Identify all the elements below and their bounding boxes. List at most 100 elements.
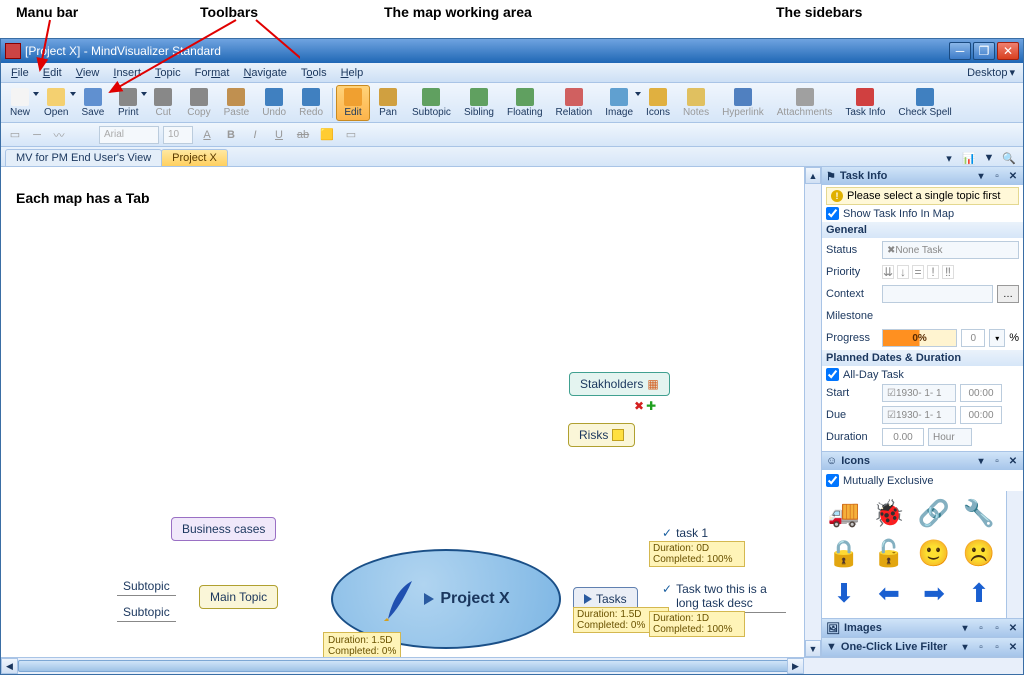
- titlebar[interactable]: [Project X] - MindVisualizer Standard ─ …: [1, 39, 1023, 63]
- tb-cut[interactable]: Cut: [146, 86, 180, 120]
- panel-close-button[interactable]: ✕: [1007, 455, 1019, 467]
- progress-dd[interactable]: ▾: [989, 329, 1005, 347]
- scroll-right-button[interactable]: ▶: [787, 658, 804, 674]
- icon-arrow-up[interactable]: ⬆: [961, 575, 997, 611]
- scroll-down-button[interactable]: ▼: [805, 640, 821, 657]
- fontsize-combo[interactable]: 10: [163, 126, 193, 144]
- bordercolor-button[interactable]: ▭: [341, 126, 361, 144]
- show-in-map-checkbox[interactable]: Show Task Info In Map: [826, 207, 1019, 220]
- curve-tool[interactable]: 〰: [49, 126, 69, 144]
- scroll-up-button[interactable]: ▲: [805, 167, 821, 184]
- menu-insert[interactable]: Insert: [107, 65, 147, 81]
- menu-format[interactable]: Format: [189, 65, 236, 81]
- due-time[interactable]: 00:00: [960, 406, 1002, 424]
- tab-filter-icon[interactable]: 📊: [959, 150, 979, 166]
- context-browse-button[interactable]: …: [997, 285, 1019, 303]
- tb-copy[interactable]: Copy: [181, 86, 216, 120]
- menu-tools[interactable]: Tools: [295, 65, 333, 81]
- tb-icons[interactable]: Icons: [640, 86, 676, 120]
- tb-notes[interactable]: Notes: [677, 86, 715, 120]
- icon-arrow-left[interactable]: ⬅: [871, 575, 907, 611]
- tab-projectx[interactable]: Project X: [161, 149, 228, 166]
- panel-min-button[interactable]: ▫: [991, 170, 1003, 182]
- menu-edit[interactable]: Edit: [37, 65, 68, 81]
- node-main-topic-1[interactable]: Main Topic: [199, 585, 278, 609]
- tb-relation[interactable]: Relation: [550, 86, 599, 120]
- fontcolor-button[interactable]: A: [197, 126, 217, 144]
- panel-menu-button[interactable]: ▾: [975, 455, 987, 467]
- tb-sibling[interactable]: Sibling: [458, 86, 500, 120]
- tb-open[interactable]: Open: [38, 86, 74, 120]
- node-subtopic-1a[interactable]: Subtopic: [117, 577, 176, 596]
- map-canvas[interactable]: Project X Duration: 1.5D Completed: 0% B…: [1, 167, 804, 657]
- node-stakeholders[interactable]: Stakholders▦: [569, 372, 670, 396]
- panel-min-button[interactable]: ▫: [991, 455, 1003, 467]
- bold-button[interactable]: B: [221, 126, 241, 144]
- icon-lock[interactable]: 🔒: [826, 535, 862, 571]
- delete-icon[interactable]: ✖: [634, 399, 644, 413]
- allday-checkbox[interactable]: All-Day Task: [826, 368, 1019, 381]
- line-tool[interactable]: ─: [27, 126, 47, 144]
- menu-file[interactable]: File: [5, 65, 35, 81]
- progress-bar[interactable]: 0%: [882, 329, 957, 347]
- font-combo[interactable]: Arial: [99, 126, 159, 144]
- due-date[interactable]: ☑ 1930- 1- 1: [882, 406, 956, 424]
- fillcolor-button[interactable]: 🟨: [317, 126, 337, 144]
- expand-icon[interactable]: [424, 593, 434, 605]
- icon-cancel[interactable]: ⛔: [871, 615, 907, 618]
- expand-icon[interactable]: [584, 594, 592, 604]
- tb-taskinfo[interactable]: Task Info: [839, 86, 891, 120]
- node-risks[interactable]: Risks: [568, 423, 635, 447]
- mutual-checkbox[interactable]: Mutually Exclusive: [822, 472, 1023, 489]
- icon-checkmark[interactable]: ✔: [826, 615, 862, 618]
- tb-image[interactable]: Image: [599, 86, 639, 120]
- icon-arrow-down[interactable]: ⬇: [826, 575, 862, 611]
- italic-button[interactable]: I: [245, 126, 265, 144]
- tb-undo[interactable]: Undo: [256, 86, 292, 120]
- progress-spin[interactable]: 0: [961, 329, 985, 347]
- tb-print[interactable]: Print: [111, 86, 145, 120]
- tb-hyperlink[interactable]: Hyperlink: [716, 86, 770, 120]
- icon-sad[interactable]: ☹️: [961, 535, 997, 571]
- canvas-hscroll[interactable]: ◀ ▶: [1, 657, 804, 674]
- tb-redo[interactable]: Redo: [293, 86, 329, 120]
- menu-topic[interactable]: Topic: [149, 65, 187, 81]
- icon-happy[interactable]: 🙂: [916, 535, 952, 571]
- tb-attachments[interactable]: Attachments: [771, 86, 839, 120]
- underline-button[interactable]: U: [269, 126, 289, 144]
- add-icon[interactable]: ✚: [646, 399, 656, 413]
- context-combo[interactable]: [882, 285, 993, 303]
- tab-funnel-icon[interactable]: ▼: [979, 150, 999, 166]
- canvas-vscroll[interactable]: ▲ ▼: [804, 167, 821, 657]
- icons-scroll[interactable]: [1006, 491, 1023, 618]
- icon-unlock[interactable]: 🔓: [871, 535, 907, 571]
- panel-close-button[interactable]: ✕: [1007, 170, 1019, 182]
- tab-zoom-icon[interactable]: 🔍: [999, 150, 1019, 166]
- tb-paste[interactable]: Paste: [218, 86, 256, 120]
- icon-link[interactable]: 🔗: [916, 495, 952, 531]
- scroll-left-button[interactable]: ◀: [1, 658, 18, 674]
- tab-prev[interactable]: ▾: [939, 150, 959, 166]
- node-task2[interactable]: ✓Task two this is a long task desc: [656, 580, 786, 613]
- status-combo[interactable]: ✖ None Task: [882, 241, 1019, 259]
- taskinfo-header[interactable]: ⚑Task Info▾▫✕: [822, 167, 1023, 185]
- start-date[interactable]: ☑ 1930- 1- 1: [882, 384, 956, 402]
- icon-truck[interactable]: 🚚: [826, 495, 862, 531]
- duration-val[interactable]: 0.00: [882, 428, 924, 446]
- icon-arrow-right[interactable]: ➡: [916, 575, 952, 611]
- menu-view[interactable]: View: [70, 65, 106, 81]
- hscroll-thumb[interactable]: [18, 660, 798, 672]
- tb-edit[interactable]: Edit: [336, 85, 370, 121]
- priority-picker[interactable]: ⇊↓=!‼: [882, 265, 954, 279]
- icon-prohibit[interactable]: 🚫: [961, 615, 997, 618]
- duration-unit[interactable]: Hour: [928, 428, 972, 446]
- desktop-menu[interactable]: Desktop ▾: [963, 64, 1019, 81]
- panel-menu-button[interactable]: ▾: [975, 170, 987, 182]
- tb-subtopic[interactable]: Subtopic: [406, 86, 457, 120]
- tb-new[interactable]: New: [3, 86, 37, 120]
- filter-header[interactable]: ▼One-Click Live Filter▾▫▫✕: [822, 638, 1023, 656]
- menu-help[interactable]: Help: [335, 65, 370, 81]
- tb-pan[interactable]: Pan: [371, 86, 405, 120]
- shape-tool[interactable]: ▭: [5, 126, 25, 144]
- node-business-cases[interactable]: Business cases: [171, 517, 276, 541]
